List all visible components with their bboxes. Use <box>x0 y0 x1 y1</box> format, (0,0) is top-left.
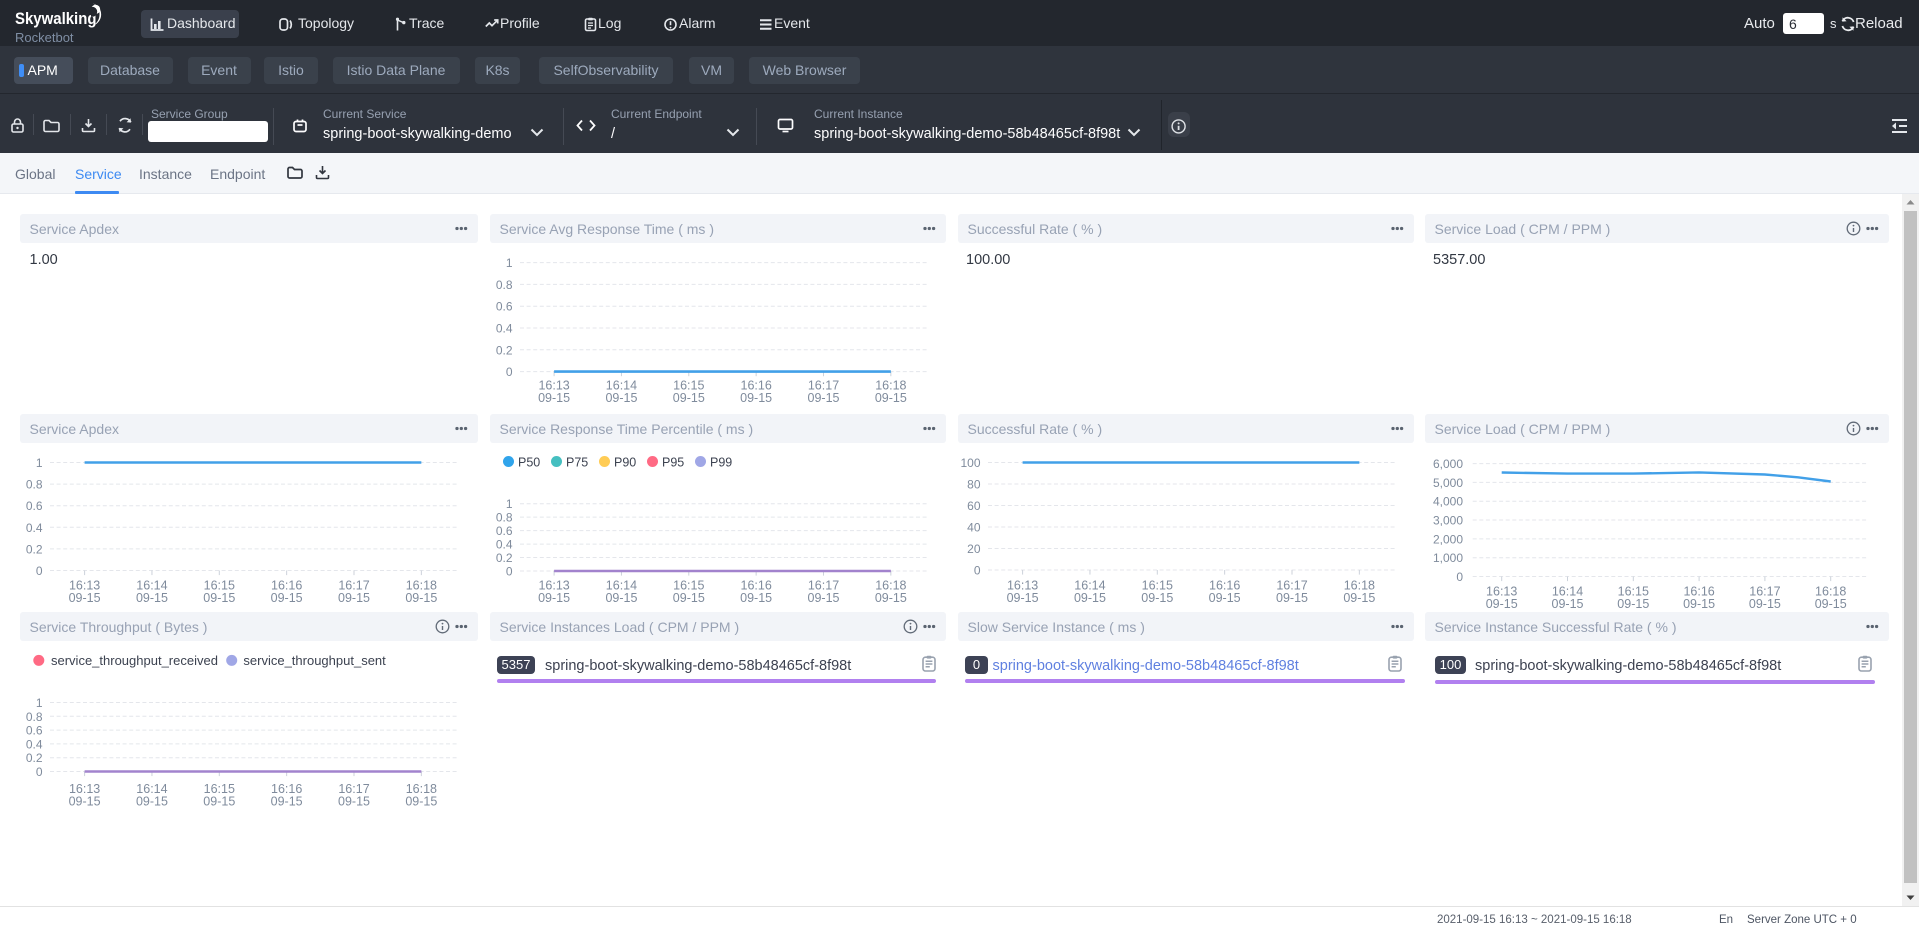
svg-text:09-15: 09-15 <box>808 391 840 405</box>
svg-text:0: 0 <box>974 564 981 578</box>
svg-text:0.6: 0.6 <box>26 499 43 513</box>
svg-text:0.4: 0.4 <box>26 737 43 751</box>
svg-text:0.8: 0.8 <box>496 511 513 525</box>
svg-text:09-15: 09-15 <box>203 591 235 605</box>
svg-text:09-15: 09-15 <box>740 391 772 405</box>
svg-text:4,000: 4,000 <box>1433 495 1463 509</box>
svg-text:09-15: 09-15 <box>338 591 370 605</box>
svg-text:1: 1 <box>506 497 513 511</box>
svg-text:09-15: 09-15 <box>405 795 437 809</box>
svg-text:0.6: 0.6 <box>496 524 513 538</box>
svg-text:P75: P75 <box>566 456 588 470</box>
svg-text:1,000: 1,000 <box>1433 551 1463 565</box>
svg-text:09-15: 09-15 <box>69 795 101 809</box>
svg-text:0.4: 0.4 <box>496 538 513 552</box>
svg-text:09-15: 09-15 <box>1276 591 1308 605</box>
svg-text:2,000: 2,000 <box>1433 532 1463 546</box>
svg-text:09-15: 09-15 <box>1074 591 1106 605</box>
svg-text:1: 1 <box>506 256 513 270</box>
svg-text:09-15: 09-15 <box>605 591 637 605</box>
svg-text:3,000: 3,000 <box>1433 514 1463 528</box>
svg-text:0.8: 0.8 <box>26 710 43 724</box>
svg-text:0.8: 0.8 <box>496 278 513 292</box>
svg-text:0: 0 <box>506 365 513 379</box>
svg-text:40: 40 <box>967 521 981 535</box>
svg-text:09-15: 09-15 <box>1683 597 1715 611</box>
svg-text:0.2: 0.2 <box>496 551 513 565</box>
svg-text:0.8: 0.8 <box>26 478 43 492</box>
svg-text:0.6: 0.6 <box>26 724 43 738</box>
svg-text:0.2: 0.2 <box>26 751 43 765</box>
svg-text:0: 0 <box>1456 570 1463 584</box>
svg-text:09-15: 09-15 <box>605 391 637 405</box>
svg-text:09-15: 09-15 <box>538 591 570 605</box>
svg-text:09-15: 09-15 <box>1552 597 1584 611</box>
svg-text:09-15: 09-15 <box>808 591 840 605</box>
svg-text:6,000: 6,000 <box>1433 457 1463 471</box>
svg-text:09-15: 09-15 <box>538 391 570 405</box>
svg-text:P99: P99 <box>710 456 732 470</box>
svg-text:60: 60 <box>967 499 981 513</box>
svg-text:1: 1 <box>36 456 43 470</box>
svg-text:09-15: 09-15 <box>875 591 907 605</box>
svg-text:09-15: 09-15 <box>1343 591 1375 605</box>
svg-text:0: 0 <box>506 565 513 579</box>
svg-text:09-15: 09-15 <box>271 591 303 605</box>
svg-text:09-15: 09-15 <box>69 591 101 605</box>
svg-text:09-15: 09-15 <box>1815 597 1847 611</box>
svg-text:09-15: 09-15 <box>1141 591 1173 605</box>
svg-text:09-15: 09-15 <box>1749 597 1781 611</box>
svg-text:0.2: 0.2 <box>26 542 43 556</box>
svg-text:P95: P95 <box>662 456 684 470</box>
svg-text:0.6: 0.6 <box>496 300 513 314</box>
svg-text:service_throughput_sent: service_throughput_sent <box>243 653 386 668</box>
svg-text:20: 20 <box>967 542 981 556</box>
svg-text:09-15: 09-15 <box>875 391 907 405</box>
svg-text:1: 1 <box>36 696 43 710</box>
svg-text:09-15: 09-15 <box>405 591 437 605</box>
svg-text:0.4: 0.4 <box>26 521 43 535</box>
svg-text:P50: P50 <box>518 456 540 470</box>
svg-text:P90: P90 <box>614 456 636 470</box>
svg-text:5,000: 5,000 <box>1433 476 1463 490</box>
svg-text:09-15: 09-15 <box>1617 597 1649 611</box>
svg-text:09-15: 09-15 <box>338 795 370 809</box>
svg-text:09-15: 09-15 <box>740 591 772 605</box>
svg-text:0: 0 <box>36 564 43 578</box>
svg-text:09-15: 09-15 <box>136 795 168 809</box>
svg-text:100: 100 <box>960 456 980 470</box>
svg-text:09-15: 09-15 <box>673 391 705 405</box>
svg-text:0.4: 0.4 <box>496 322 513 336</box>
svg-text:0.2: 0.2 <box>496 343 513 357</box>
svg-text:09-15: 09-15 <box>1209 591 1241 605</box>
svg-text:09-15: 09-15 <box>1486 597 1518 611</box>
svg-text:09-15: 09-15 <box>1007 591 1039 605</box>
svg-text:09-15: 09-15 <box>136 591 168 605</box>
svg-text:09-15: 09-15 <box>203 795 235 809</box>
svg-text:0: 0 <box>36 765 43 779</box>
svg-text:service_throughput_received: service_throughput_received <box>51 653 218 668</box>
svg-text:09-15: 09-15 <box>271 795 303 809</box>
svg-text:09-15: 09-15 <box>673 591 705 605</box>
svg-text:80: 80 <box>967 478 981 492</box>
